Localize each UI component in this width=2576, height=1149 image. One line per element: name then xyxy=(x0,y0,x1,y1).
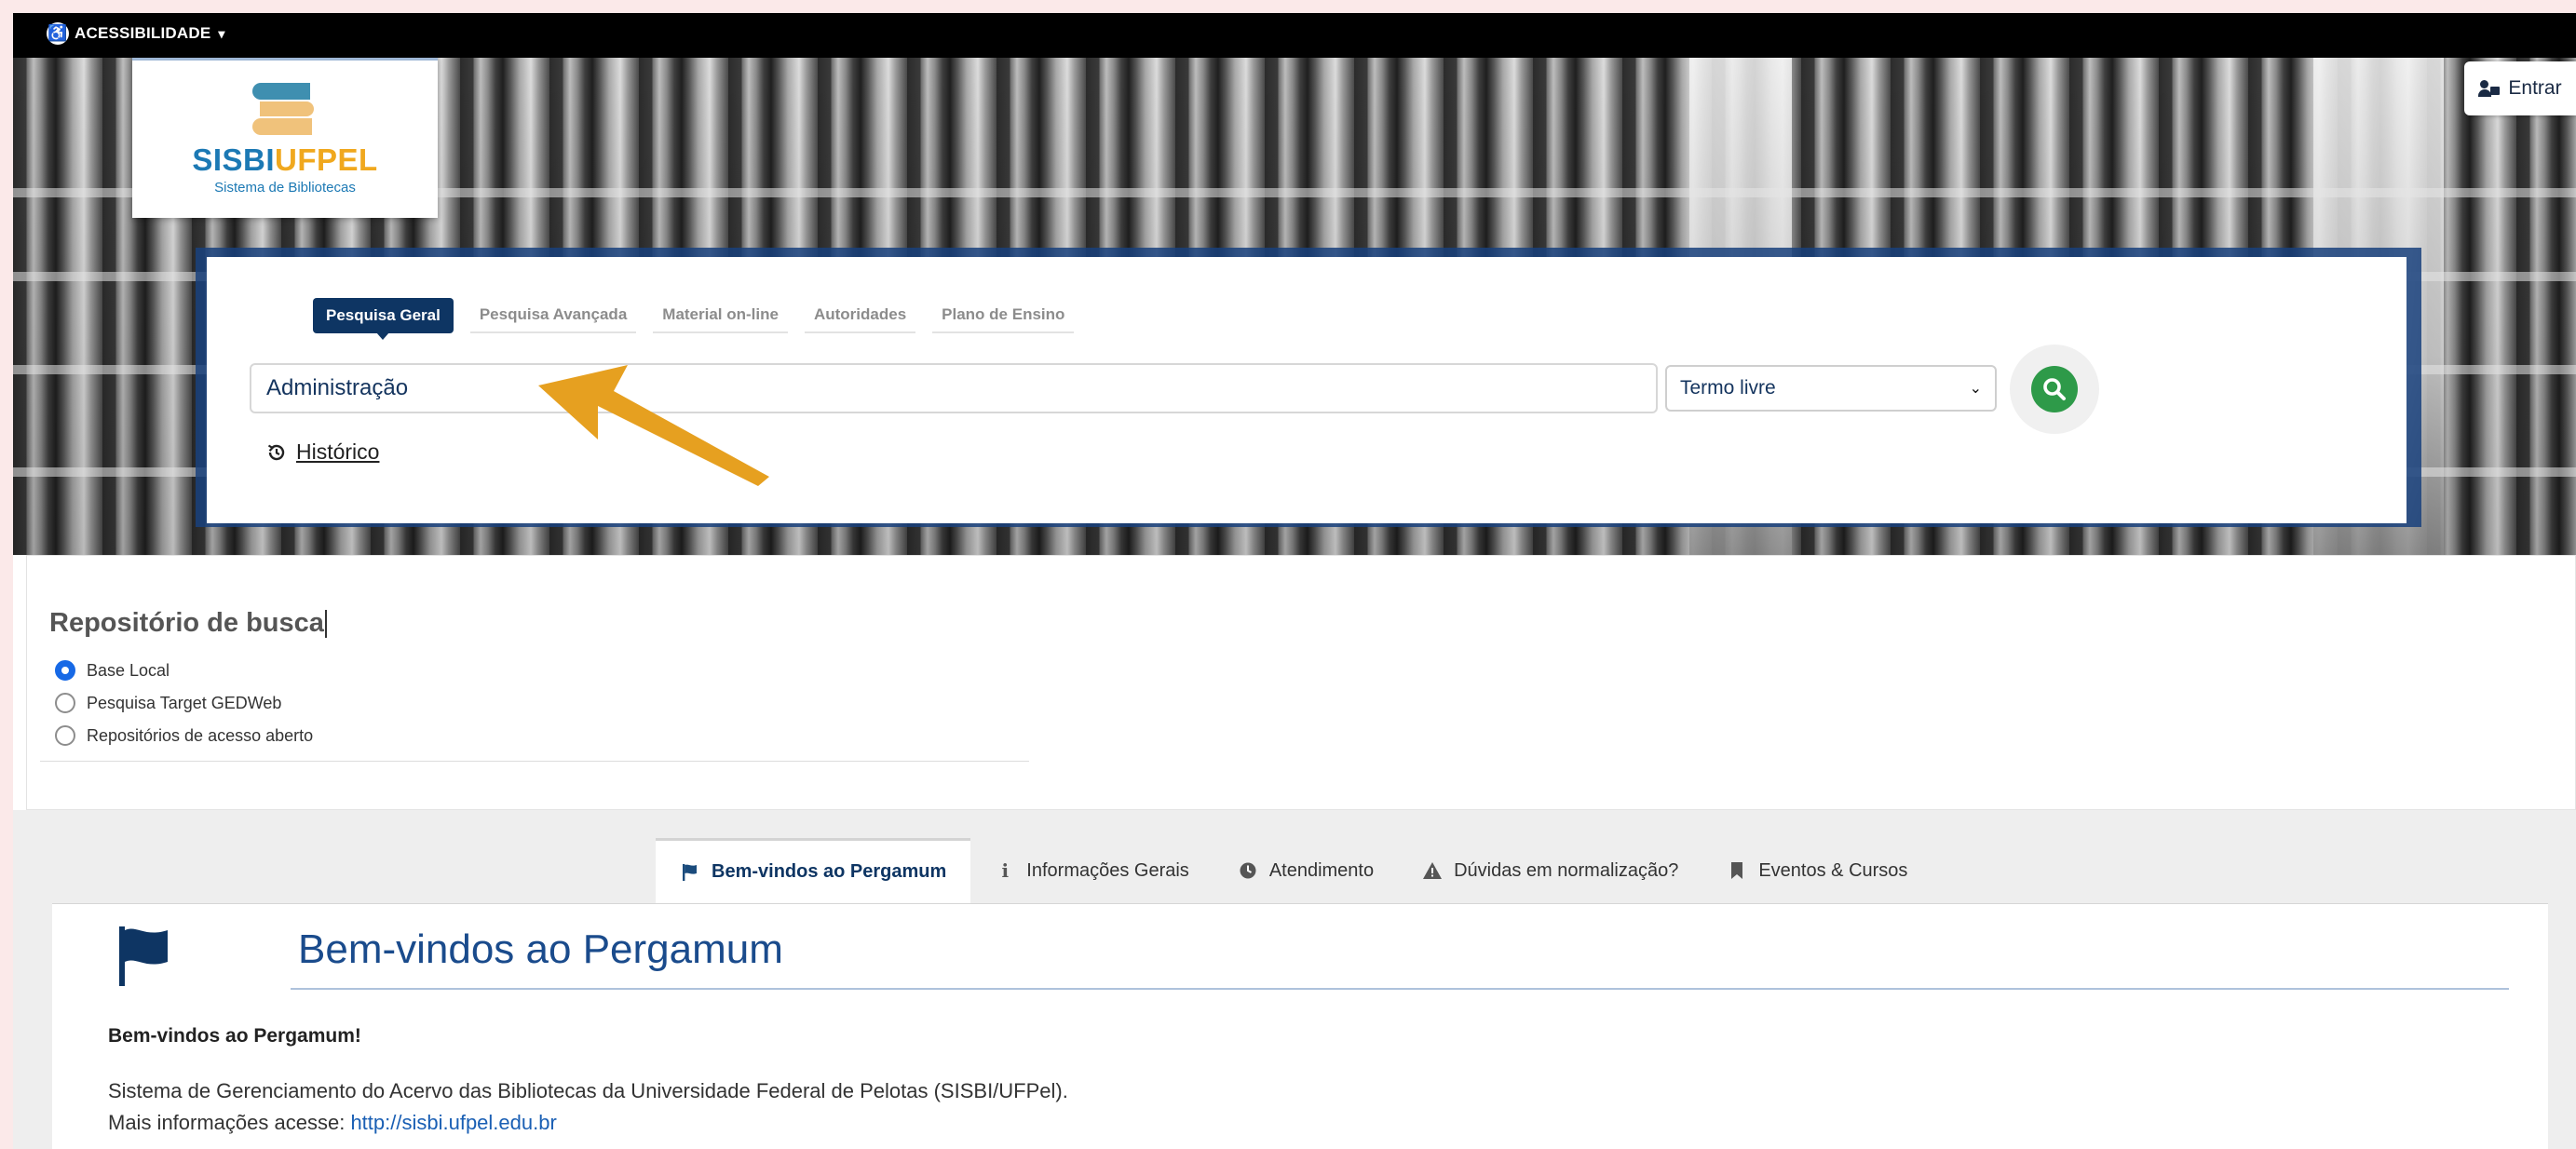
tab-label: Eventos & Cursos xyxy=(1758,859,1908,881)
repository-option-target-gedweb[interactable]: Pesquisa Target GEDWeb xyxy=(55,693,281,713)
sisbi-link[interactable]: http://sisbi.ufpel.edu.br xyxy=(350,1111,556,1134)
page: ♿ ACESSIBILIDADE ▾ SISBIUFPEL Sistema de… xyxy=(0,0,2576,1149)
sisbi-logo[interactable]: SISBIUFPEL Sistema de Bibliotecas xyxy=(132,58,438,218)
tab-label: Informações Gerais xyxy=(1026,859,1189,881)
title-underline xyxy=(291,988,2509,990)
radio-button[interactable] xyxy=(55,660,75,681)
search-button-halo xyxy=(2010,345,2099,434)
login-button[interactable]: Entrar xyxy=(2464,61,2576,115)
repository-option-label: Repositórios de acesso aberto xyxy=(87,725,314,745)
history-icon xyxy=(267,444,285,460)
divider xyxy=(40,761,1029,762)
search-field-selected: Termo livre xyxy=(1680,377,1776,399)
info-section: Bem-vindos ao Pergamum i Informações Ger… xyxy=(13,810,2576,1149)
info-icon: i xyxy=(1001,859,1010,882)
page-content: ♿ ACESSIBILIDADE ▾ SISBIUFPEL Sistema de… xyxy=(13,13,2576,1149)
welcome-card: Bem-vindos ao Pergamum Bem-vindos ao Per… xyxy=(52,903,2548,1149)
accessibility-menu-button[interactable]: ♿ ACESSIBILIDADE ▾ xyxy=(47,19,225,48)
repository-option-label: Pesquisa Target GEDWeb xyxy=(87,693,282,712)
clock-icon xyxy=(1238,860,1258,881)
radio-button[interactable] xyxy=(55,693,75,713)
flag-icon xyxy=(680,862,700,883)
tab-label: Dúvidas em normalização? xyxy=(1454,859,1679,881)
search-icon xyxy=(2043,378,2066,400)
tab-autoridades[interactable]: Autoridades xyxy=(804,298,916,333)
accessibility-icon: ♿ xyxy=(47,22,69,45)
tab-pesquisa-geral[interactable]: Pesquisa Geral xyxy=(313,298,454,340)
tab-eventos-cursos[interactable]: Eventos & Cursos xyxy=(1702,838,1932,903)
search-input[interactable]: Administração xyxy=(250,363,1658,413)
warning-icon xyxy=(1422,860,1443,881)
tab-atendimento[interactable]: Atendimento xyxy=(1213,838,1398,903)
chevron-down-icon: ⌄ xyxy=(1969,381,1982,397)
repository-panel: Repositório de busca Base Local Pesquisa… xyxy=(26,555,2576,810)
welcome-title: Bem-vindos ao Pergamum xyxy=(298,926,783,972)
login-label: Entrar xyxy=(2508,77,2562,99)
radio-button[interactable] xyxy=(55,725,75,746)
bookmark-icon xyxy=(1727,860,1747,881)
logo-subtitle: Sistema de Bibliotecas xyxy=(214,180,356,196)
search-field-select[interactable]: Termo livre ⌄ xyxy=(1665,365,1997,412)
search-button[interactable] xyxy=(2031,366,2078,412)
user-lock-icon xyxy=(2478,80,2501,97)
tab-bem-vindos[interactable]: Bem-vindos ao Pergamum xyxy=(656,838,971,903)
accessibility-bar: ♿ ACESSIBILIDADE ▾ xyxy=(13,13,2576,58)
repository-option-label: Base Local xyxy=(87,660,170,680)
welcome-description: Sistema de Gerenciamento do Acervo das B… xyxy=(108,1079,1068,1102)
history-label: Histórico xyxy=(296,439,380,464)
tab-label: Atendimento xyxy=(1268,859,1375,881)
repository-option-acesso-aberto[interactable]: Repositórios de acesso aberto xyxy=(55,725,313,746)
repository-title: Repositório de busca xyxy=(49,608,327,639)
tab-plano-de-ensino[interactable]: Plano de Ensino xyxy=(932,298,1075,333)
books-logo-icon xyxy=(252,83,318,137)
repository-option-base-local[interactable]: Base Local xyxy=(55,660,169,681)
search-tabs: Pesquisa Geral Pesquisa Avançada Materia… xyxy=(313,298,1075,340)
logo-title: SISBIUFPEL xyxy=(192,142,378,177)
tab-duvidas-normalizacao[interactable]: Dúvidas em normalização? xyxy=(1398,838,1702,903)
tab-material-online[interactable]: Material on-line xyxy=(653,298,788,333)
more-info-prefix: Mais informações acesse: xyxy=(108,1111,351,1134)
chevron-down-icon: ▾ xyxy=(218,25,225,41)
history-link[interactable]: Histórico xyxy=(266,439,379,465)
welcome-more-info: Mais informações acesse: http://sisbi.uf… xyxy=(108,1111,557,1135)
welcome-heading: Bem-vindos ao Pergamum! xyxy=(108,1025,361,1047)
tab-label: Bem-vindos ao Pergamum xyxy=(712,861,947,882)
accessibility-label: ACESSIBILIDADE xyxy=(75,24,211,42)
info-tabs: Bem-vindos ao Pergamum i Informações Ger… xyxy=(656,838,1932,903)
tab-informacoes-gerais[interactable]: i Informações Gerais xyxy=(970,838,1213,903)
flag-icon xyxy=(119,926,168,986)
tab-pesquisa-avancada[interactable]: Pesquisa Avançada xyxy=(469,298,637,333)
